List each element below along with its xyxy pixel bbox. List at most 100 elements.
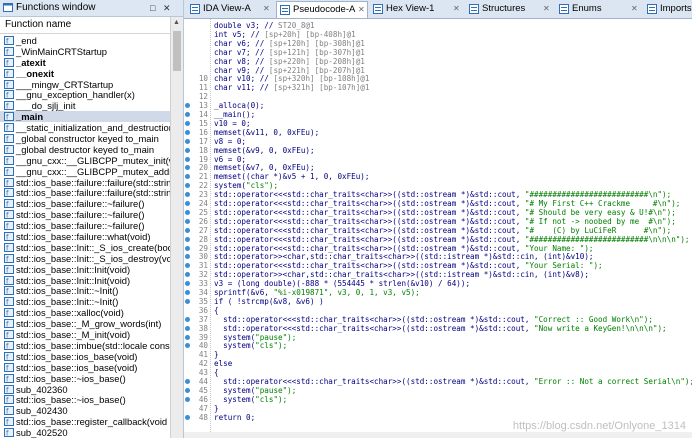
function-list-item[interactable]: f sub_402360 xyxy=(0,384,170,395)
code-line[interactable]: 36 { xyxy=(184,306,692,315)
code-line[interactable]: 22 system("cls"); xyxy=(184,181,692,190)
code-line[interactable]: double v3; // ST20_8@1 xyxy=(184,21,692,30)
code-line[interactable]: 28 std::operator<<<std::char_traits<char>… xyxy=(184,235,692,244)
function-list-item[interactable]: f std::ios_base::failure::failure(std::st… xyxy=(0,187,170,198)
function-list-item[interactable]: f __gnu_cxx::__GLIBCPP_mutex_init(void xyxy=(0,155,170,166)
function-list-item[interactable]: f _main xyxy=(0,111,170,122)
code-line[interactable]: 45 system("pause"); xyxy=(184,386,692,395)
tab-close-icon[interactable]: ✕ xyxy=(631,1,638,17)
code-line[interactable]: 25 std::operator<<<std::char_traits<char>… xyxy=(184,208,692,217)
code-line[interactable]: 12 xyxy=(184,92,692,101)
function-list-item[interactable]: f std::ios_base::xalloc(void) xyxy=(0,307,170,318)
code-line[interactable]: 33 v3 = (long double)(-888 * (554445 * st… xyxy=(184,279,692,288)
function-list-item[interactable]: f std::ios_base::Init::_S_ios_destroy(voi xyxy=(0,253,170,264)
code-line[interactable]: char v9; // [sp+221h] [bp-207h]@1 xyxy=(184,66,692,75)
code-line[interactable]: 34 sprintf(&v6, "%i-x019871", v3, 0, 1, v… xyxy=(184,288,692,297)
code-line[interactable]: 29 std::operator<<<std::char_traits<char>… xyxy=(184,244,692,253)
function-list-item[interactable]: f std::ios_base::failure::what(void) xyxy=(0,231,170,242)
function-list-item[interactable]: f _global destructor keyed to_main xyxy=(0,144,170,155)
function-list-item[interactable]: f std::ios_base::ios_base(void) xyxy=(0,362,170,373)
function-list-item[interactable]: f std::ios_base::failure::~failure() xyxy=(0,209,170,220)
code-line[interactable]: char v6; // [sp+120h] [bp-308h]@1 xyxy=(184,39,692,48)
code-line[interactable]: 39 system("pause"); xyxy=(184,333,692,342)
code-line[interactable]: 37 std::operator<<<std::char_traits<char… xyxy=(184,315,692,324)
code-line[interactable]: 47} xyxy=(184,404,692,413)
tab-close-icon[interactable]: ✕ xyxy=(453,1,460,17)
function-list-item[interactable]: f std::ios_base::imbue(std::locale const xyxy=(0,340,170,351)
function-list[interactable]: f _end f _WinMainCRTStartup f _atexit f __onexi… xyxy=(0,35,170,438)
function-list-item[interactable]: f std::ios_base::Init::~Init() xyxy=(0,285,170,296)
code-line[interactable]: 13 _alloca(0); xyxy=(184,101,692,110)
scrollbar-thumb[interactable] xyxy=(173,31,181,71)
code-line[interactable]: 14 __main(); xyxy=(184,110,692,119)
tab-hex-view-1[interactable]: Hex View-1 ✕ xyxy=(370,1,462,17)
function-list-item[interactable]: f std::ios_base::_M_init(void) xyxy=(0,329,170,340)
function-list-item[interactable]: f _global constructor keyed to_main xyxy=(0,133,170,144)
function-list-item[interactable]: f std::ios_base::~ios_base() xyxy=(0,394,170,405)
code-line[interactable]: 19 v6 = 0; xyxy=(184,155,692,164)
code-line[interactable]: char v8; // [sp+220h] [bp-208h]@1 xyxy=(184,57,692,66)
code-line[interactable]: 23 std::operator<<<std::char_traits<char>… xyxy=(184,190,692,199)
functions-scrollbar[interactable]: ▲ xyxy=(170,17,183,438)
horizontal-scrollbar[interactable] xyxy=(184,432,692,438)
function-list-item[interactable]: f std::ios_base::failure::~failure() xyxy=(0,198,170,209)
function-list-item[interactable]: f _end xyxy=(0,35,170,46)
function-list-item[interactable]: f _atexit xyxy=(0,57,170,68)
tab-enums[interactable]: Enums ✕ xyxy=(556,1,640,17)
code-line[interactable]: 32 std::operator>><char,std::char_traits<… xyxy=(184,270,692,279)
function-list-item[interactable]: f _WinMainCRTStartup xyxy=(0,46,170,57)
code-line[interactable]: 38 std::operator<<<std::char_traits<char… xyxy=(184,324,692,333)
function-list-item[interactable]: f __gnu_cxx::__GLIBCPP_mutex_address xyxy=(0,166,170,177)
code-line[interactable]: 18 memset(&v9, 0, 0xFEu); xyxy=(184,146,692,155)
code-line[interactable]: 44 std::operator<<<std::char_traits<char… xyxy=(184,377,692,386)
code-line[interactable]: 35 if ( !strcmp(&v8, &v6) ) xyxy=(184,297,692,306)
code-line[interactable]: int v5; // [sp+20h] [bp-408h]@1 xyxy=(184,30,692,39)
function-list-item[interactable]: f std::ios_base::Init::Init(void) xyxy=(0,264,170,275)
function-list-item[interactable]: f __static_initialization_and_destruction xyxy=(0,122,170,133)
function-list-item[interactable]: f __onexit xyxy=(0,68,170,79)
code-line[interactable]: 27 std::operator<<<std::char_traits<char>… xyxy=(184,226,692,235)
tab-imports[interactable]: Imports xyxy=(644,1,692,17)
code-line[interactable]: 41} xyxy=(184,350,692,359)
code-line[interactable]: 31 std::operator<<<std::char_traits<char>… xyxy=(184,261,692,270)
function-list-item[interactable]: f std::ios_base::failure::failure(std::st… xyxy=(0,177,170,188)
code-line[interactable]: 40 system("cls"); xyxy=(184,341,692,350)
code-line[interactable]: 46 system("cls"); xyxy=(184,395,692,404)
tab-close-icon[interactable]: ✕ xyxy=(263,1,270,17)
restore-icon[interactable]: □ xyxy=(150,0,155,16)
function-list-item[interactable]: f sub_402520 xyxy=(0,427,170,438)
function-list-item[interactable]: f std::ios_base::Init::Init(void) xyxy=(0,275,170,286)
tab-close-icon[interactable]: ✕ xyxy=(543,1,550,17)
code-line[interactable]: 17 v8 = 0; xyxy=(184,137,692,146)
code-line[interactable]: 15 v10 = 0; xyxy=(184,119,692,128)
function-list-item[interactable]: f std::ios_base::ios_base(void) xyxy=(0,351,170,362)
scroll-up-icon[interactable]: ▲ xyxy=(173,19,180,26)
function-list-item[interactable]: f std::ios_base::Init::~Init() xyxy=(0,296,170,307)
code-line[interactable]: 10 char v10; // [sp+320h] [bp-108h]@1 xyxy=(184,74,692,83)
function-list-item[interactable]: f ___mingw_CRTStartup xyxy=(0,79,170,90)
function-list-item[interactable]: f std::ios_base::_M_grow_words(int) xyxy=(0,318,170,329)
code-line[interactable]: 24 std::operator<<<std::char_traits<char>… xyxy=(184,199,692,208)
function-list-item[interactable]: f std::ios_base::Init::_S_ios_create(bool xyxy=(0,242,170,253)
tab-ida-view-a[interactable]: IDA View-A ✕ xyxy=(187,1,272,17)
code-line[interactable]: 26 std::operator<<<std::char_traits<char>… xyxy=(184,217,692,226)
tab-structures[interactable]: Structures ✕ xyxy=(466,1,552,17)
function-list-item[interactable]: f sub_402430 xyxy=(0,405,170,416)
code-line[interactable]: 20 memset(&v7, 0, 0xFEu); xyxy=(184,163,692,172)
code-line[interactable]: 30 std::operator>><char,std::char_traits<… xyxy=(184,252,692,261)
code-line[interactable]: 16 memset(&v11, 0, 0xFEu); xyxy=(184,128,692,137)
pseudocode-view[interactable]: double v3; // ST20_8@1 int v5; // [sp+20h… xyxy=(184,19,692,438)
code-line[interactable]: 43 { xyxy=(184,368,692,377)
functions-window-titlebar[interactable]: Functions window □ ✕ xyxy=(0,0,183,17)
close-icon[interactable]: ✕ xyxy=(163,0,171,16)
code-line[interactable]: char v7; // [sp+121h] [bp-307h]@1 xyxy=(184,48,692,57)
code-line[interactable]: 21 memset((char *)&v5 + 1, 0, 0xFEu); xyxy=(184,172,692,181)
function-list-item[interactable]: f std::ios_base::~ios_base() xyxy=(0,373,170,384)
function-list-item[interactable]: f std::ios_base::register_callback(void ( xyxy=(0,416,170,427)
function-list-item[interactable]: f ___do_sjlj_init xyxy=(0,100,170,111)
function-list-item[interactable]: f std::ios_base::failure::~failure() xyxy=(0,220,170,231)
function-name-column-header[interactable]: Function name xyxy=(0,17,170,34)
tab-close-icon[interactable]: ✕ xyxy=(358,2,365,18)
code-line[interactable]: 11 char v11; // [sp+321h] [bp-107h]@1 xyxy=(184,83,692,92)
code-line[interactable]: 42 else xyxy=(184,359,692,368)
